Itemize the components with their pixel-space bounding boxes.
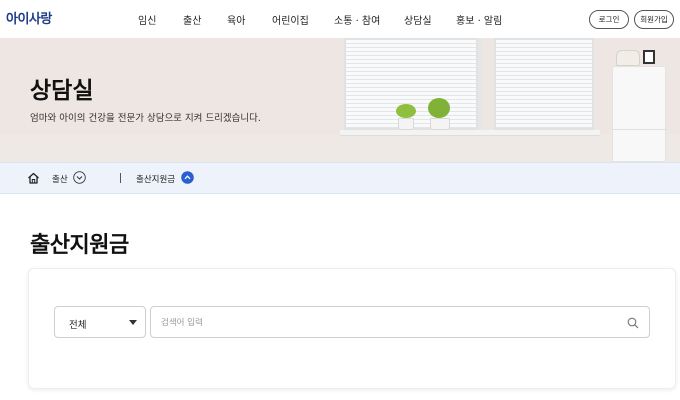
caret-down-icon [129,320,137,325]
chevron-up-icon[interactable] [181,171,194,184]
signup-button[interactable]: 회원가입 [634,10,674,29]
plant-pot [398,118,414,130]
picture-frame-icon [643,50,655,64]
breadcrumb-level2[interactable]: 출산지원금 [136,173,175,185]
search-icon[interactable] [627,317,639,329]
login-button[interactable]: 로그인 [589,10,629,29]
breadcrumb-separator [120,173,121,183]
hero-subtitle: 엄마와 아이의 건강을 전문가 상담으로 지켜 드리겠습니다. [30,113,261,124]
category-select[interactable]: 전체 [54,306,146,338]
plant-icon [428,98,450,118]
breadcrumb-level1[interactable]: 출산 [52,173,68,185]
hero-banner: 상담실 엄마와 아이의 건강을 전문가 상담으로 지켜 드리겠습니다. [0,38,680,162]
nav-item-pregnancy[interactable]: 임신 [138,12,156,27]
category-select-value: 전체 [69,320,87,331]
nav-item-parenting[interactable]: 육아 [227,12,245,27]
home-icon[interactable] [27,172,40,184]
nav-item-community[interactable]: 소통 · 참여 [334,12,380,27]
search-box [150,306,650,338]
plant-icon [396,104,416,118]
nav-item-notice[interactable]: 홍보 · 알림 [456,12,502,27]
site-header: 아이사랑 임신 출산 육아 어린이집 소통 · 참여 상담실 홍보 · 알림 로… [0,0,680,38]
telephone-icon [616,50,640,66]
nav-item-daycare[interactable]: 어린이집 [272,12,309,27]
breadcrumb: 출산 출산지원금 [0,162,680,194]
nav-item-counseling[interactable]: 상담실 [404,12,432,27]
plant-pot [430,118,450,130]
window-sill [340,130,600,136]
window-frame [478,38,482,130]
hero-title: 상담실 [30,78,94,104]
window-illustration [494,38,594,130]
cabinet-illustration [612,66,667,162]
search-input[interactable] [161,315,621,330]
page-title: 출산지원금 [30,233,129,258]
hero-floor [0,134,680,162]
chevron-down-icon[interactable] [73,171,86,184]
main-nav: 임신 출산 육아 어린이집 소통 · 참여 상담실 홍보 · 알림 [0,12,680,28]
nav-item-birth[interactable]: 출산 [183,12,201,27]
